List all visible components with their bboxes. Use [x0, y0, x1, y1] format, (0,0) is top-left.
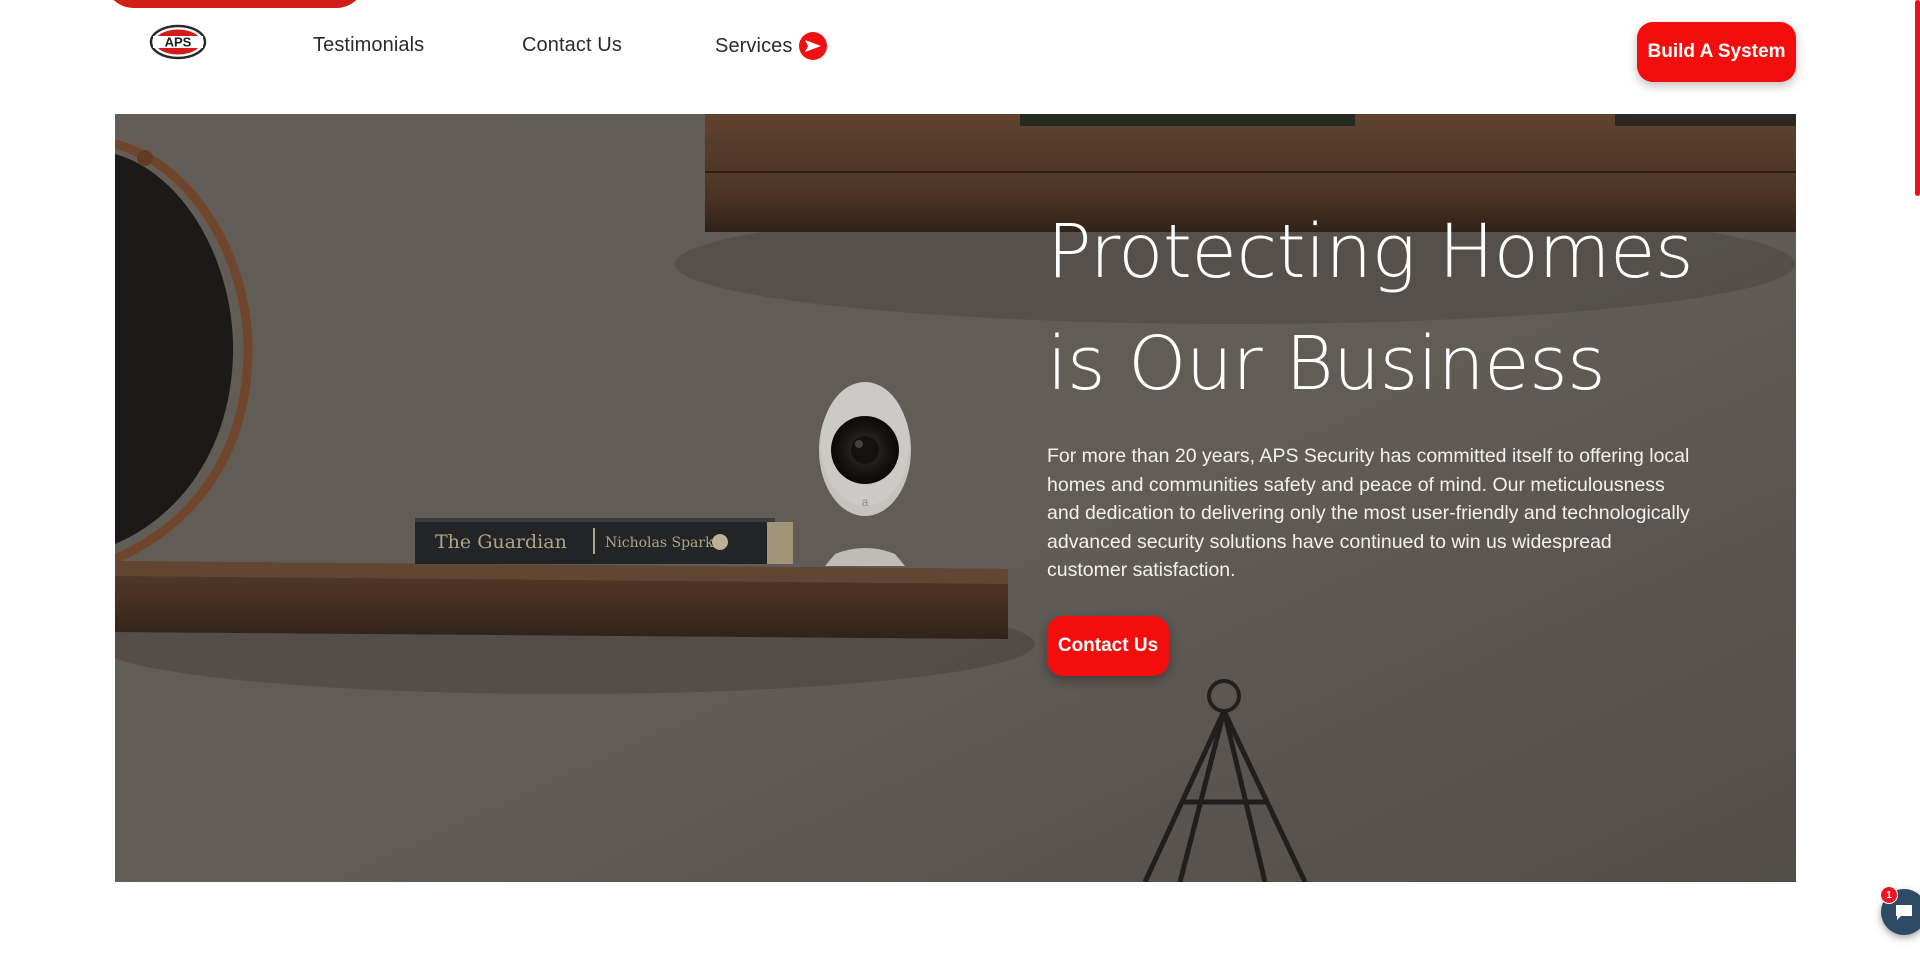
site-header: APS Testimonials Contact Us Services Bui…	[0, 0, 1920, 100]
chat-notification-badge: 1	[1880, 886, 1898, 904]
nav-services-label: Services	[715, 34, 793, 57]
hero-contact-us-button[interactable]: Contact Us	[1047, 616, 1169, 676]
hero-section: The Guardian Nicholas Sparks a Protectin…	[115, 114, 1796, 882]
hero-title-line2: is Our Business	[1047, 321, 1606, 407]
hero-description: For more than 20 years, APS Security has…	[1047, 445, 1690, 581]
hero-title-line1: Protecting Homes	[1047, 209, 1694, 295]
nav-testimonials-link[interactable]: Testimonials	[313, 34, 424, 57]
logo-text: APS	[165, 35, 192, 50]
hero-title: Protecting Homes is Our Business	[1047, 196, 1707, 420]
nav-contact-link[interactable]: Contact Us	[522, 34, 622, 57]
build-a-system-button[interactable]: Build A System	[1637, 22, 1796, 82]
chat-bubble-icon	[1896, 905, 1912, 920]
aps-logo[interactable]: APS	[149, 24, 207, 60]
nav-services-link[interactable]: Services	[715, 32, 827, 60]
hero-content: Protecting Homes is Our Business For mor…	[1047, 196, 1707, 585]
arrow-right-icon[interactable]	[798, 32, 827, 60]
